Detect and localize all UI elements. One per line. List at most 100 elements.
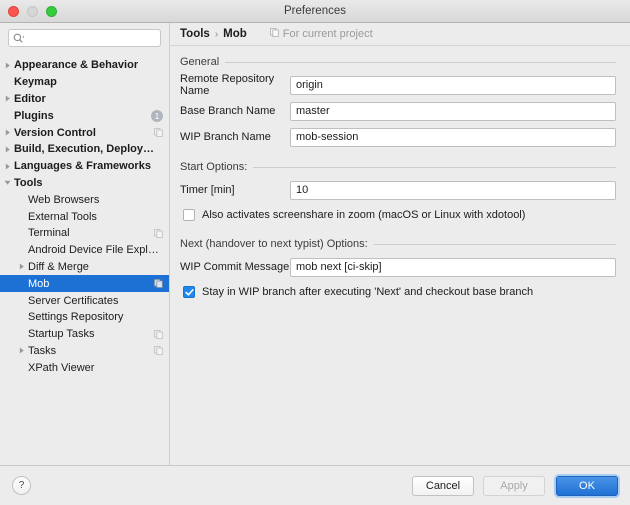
section-divider [373, 243, 616, 245]
sidebar-item-label: Appearance & Behavior [14, 59, 139, 72]
checkbox-row-screenshare[interactable]: Also activates screenshare in zoom (macO… [180, 206, 616, 224]
sidebar-item-startup-tasks[interactable]: Startup Tasks [0, 326, 169, 343]
field-base-branch-name: Base Branch Name [180, 101, 616, 121]
copy-settings-icon [154, 228, 163, 238]
wip-commit-message-input[interactable] [290, 257, 616, 277]
chevron-right-icon [0, 62, 14, 69]
window-title: Preferences [283, 5, 346, 17]
sidebar-item-languages-frameworks[interactable]: Languages & Frameworks [0, 158, 169, 175]
section-divider [225, 61, 616, 63]
sidebar-item-label: Plugins [14, 109, 54, 122]
sidebar-item-label: Startup Tasks [28, 328, 95, 341]
settings-content: General Remote Repository Name Base Bran… [170, 46, 630, 465]
field-remote-repository-name: Remote Repository Name [180, 73, 616, 97]
field-wip-branch-name: WIP Branch Name [180, 127, 616, 147]
remote-repository-name-input[interactable] [290, 75, 616, 95]
sidebar-item-label: Version Control [14, 126, 96, 139]
help-button[interactable]: ? [12, 476, 31, 495]
section-header-start-options: Start Options: [180, 161, 616, 173]
sidebar-item-appearance-behavior[interactable]: Appearance & Behavior [0, 57, 169, 74]
breadcrumb: Tools › Mob For current project [170, 23, 630, 46]
sidebar-item-editor[interactable]: Editor [0, 91, 169, 108]
section-title-general: General [180, 56, 220, 68]
search-input[interactable] [24, 32, 156, 44]
sidebar-item-label: Keymap [14, 76, 57, 89]
ok-button[interactable]: OK [556, 475, 618, 496]
chevron-down-icon [0, 179, 14, 186]
sidebar-item-plugins[interactable]: Plugins 1 [0, 107, 169, 124]
sidebar-item-label: Mob [28, 277, 50, 290]
screenshare-checkbox-label: Also activates screenshare in zoom (macO… [202, 209, 526, 221]
cancel-button[interactable]: Cancel [412, 475, 474, 496]
window-body: Appearance & Behavior Keymap Editor Plugins… [0, 23, 630, 465]
chevron-right-icon [14, 347, 28, 354]
settings-tree: Appearance & Behavior Keymap Editor Plugins… [0, 53, 169, 376]
sidebar-item-xpath-viewer[interactable]: XPath Viewer [0, 359, 169, 376]
sidebar-item-label: Settings Repository [28, 311, 124, 324]
sidebar-item-label: Web Browsers [28, 193, 100, 206]
sidebar-item-label: Build, Execution, Deployment [14, 143, 163, 156]
chevron-right-icon [14, 263, 28, 270]
sidebar-item-label: Server Certificates [28, 294, 119, 307]
section-title-next-options: Next (handover to next typist) Options: [180, 238, 368, 250]
window-controls [8, 5, 57, 17]
sidebar-item-label: Diff & Merge [28, 260, 89, 273]
base-branch-name-input[interactable] [290, 101, 616, 121]
sidebar-item-terminal[interactable]: Terminal [0, 225, 169, 242]
copy-settings-icon [154, 128, 163, 137]
wip-branch-name-input[interactable] [290, 127, 616, 147]
section-divider [253, 166, 616, 168]
field-label: Base Branch Name [180, 105, 276, 117]
sidebar-item-label: Terminal [28, 227, 70, 240]
section-header-next-options: Next (handover to next typist) Options: [180, 238, 616, 250]
close-window-button[interactable] [8, 5, 19, 17]
field-label: WIP Commit Message [180, 261, 290, 273]
sidebar-item-external-tools[interactable]: External Tools [0, 208, 169, 225]
field-label: Timer [min] [180, 184, 235, 196]
sidebar-item-label: Android Device File Explorer [28, 244, 163, 257]
project-scope-label: For current project [282, 28, 373, 40]
sidebar-item-settings-repository[interactable]: Settings Repository [0, 309, 169, 326]
minimize-window-button[interactable] [27, 5, 38, 17]
sidebar-item-tools[interactable]: Tools [0, 175, 169, 192]
screenshare-checkbox[interactable] [183, 209, 195, 221]
field-wip-commit-message: WIP Commit Message [180, 257, 616, 277]
copy-settings-icon [269, 28, 279, 40]
sidebar-item-android-device-file-explorer[interactable]: Android Device File Explorer [0, 242, 169, 259]
checkbox-row-stay-in-wip[interactable]: Stay in WIP branch after executing 'Next… [180, 283, 616, 301]
sidebar-search-wrap [0, 27, 169, 53]
settings-main-pane: Tools › Mob For current project General … [170, 23, 630, 465]
zoom-window-button[interactable] [46, 5, 57, 17]
sidebar-item-label: XPath Viewer [28, 361, 95, 374]
sidebar-item-version-control[interactable]: Version Control [0, 124, 169, 141]
section-title-start-options: Start Options: [180, 161, 248, 173]
apply-button[interactable]: Apply [483, 475, 545, 496]
stay-in-wip-checkbox[interactable] [183, 286, 195, 298]
sidebar-item-build-execution-deployment[interactable]: Build, Execution, Deployment [0, 141, 169, 158]
sidebar-item-mob[interactable]: Mob [0, 275, 169, 293]
field-label: Remote Repository Name [180, 73, 275, 97]
search-box[interactable] [8, 29, 161, 47]
timer-minutes-input[interactable] [290, 180, 616, 200]
stay-in-wip-checkbox-label: Stay in WIP branch after executing 'Next… [202, 286, 534, 298]
settings-sidebar: Appearance & Behavior Keymap Editor Plugins… [0, 23, 170, 465]
chevron-right-icon [0, 129, 14, 136]
preferences-window: Preferences Appearance & Behavior Keymap E [0, 0, 630, 505]
title-bar: Preferences [0, 0, 630, 23]
sidebar-item-label: Languages & Frameworks [14, 160, 151, 173]
sidebar-item-diff-merge[interactable]: Diff & Merge [0, 259, 169, 276]
breadcrumb-parent[interactable]: Tools [180, 28, 210, 40]
sidebar-item-keymap[interactable]: Keymap [0, 74, 169, 91]
chevron-right-icon [0, 163, 14, 170]
chevron-right-icon [0, 95, 14, 102]
sidebar-item-tasks[interactable]: Tasks [0, 343, 169, 360]
chevron-right-icon [0, 146, 14, 153]
project-scope-indicator: For current project [269, 28, 373, 40]
sidebar-item-server-certificates[interactable]: Server Certificates [0, 292, 169, 309]
search-icon [13, 33, 24, 44]
sidebar-item-label: Editor [14, 92, 46, 105]
breadcrumb-current: Mob [223, 28, 247, 40]
sidebar-item-web-browsers[interactable]: Web Browsers [0, 191, 169, 208]
sidebar-item-label: Tools [14, 176, 43, 189]
dialog-footer: ? Cancel Apply OK [0, 465, 630, 505]
